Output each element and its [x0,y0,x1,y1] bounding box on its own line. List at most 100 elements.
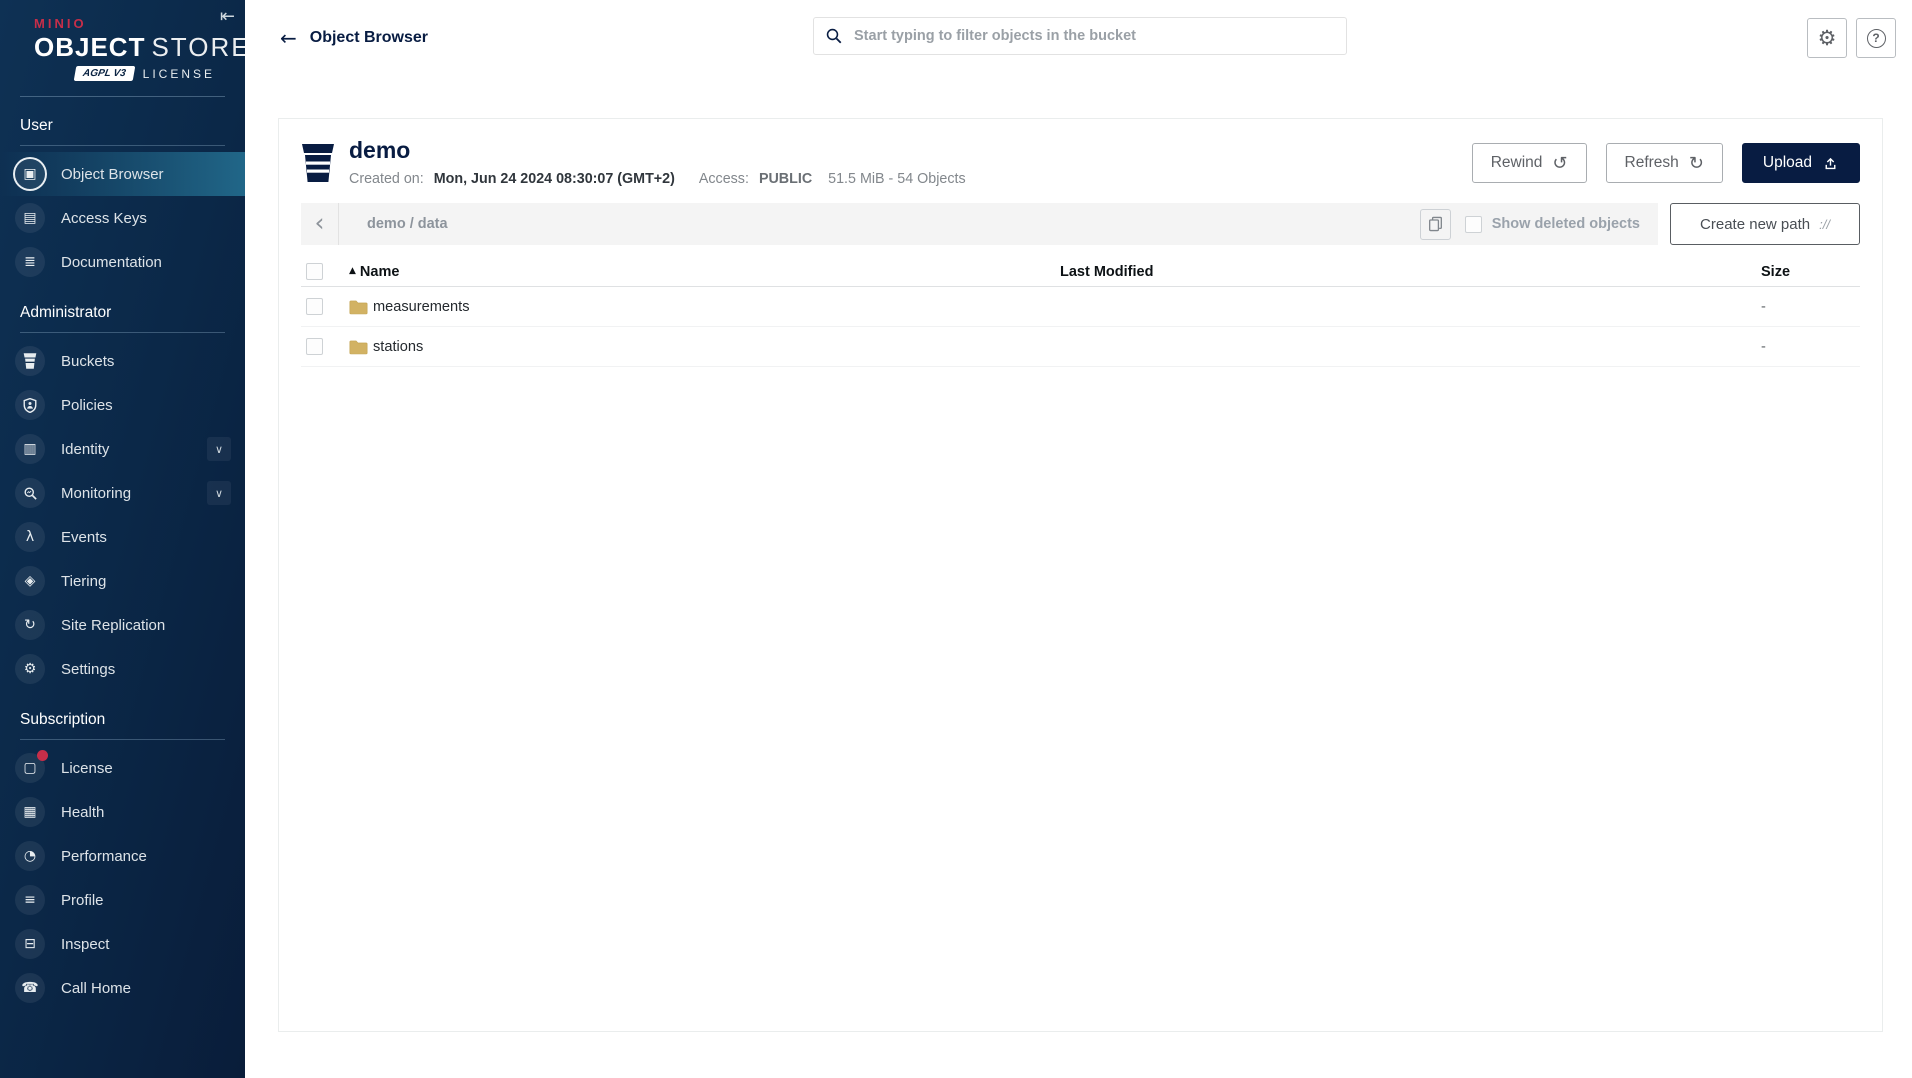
main-area: ← Object Browser ⚙ ? demo [245,0,1912,1032]
copy-path-button[interactable] [1420,209,1451,240]
sidebar-item-profile[interactable]: ≡ Profile [0,878,245,922]
back-chevron-icon[interactable]: ‹ [301,203,339,245]
upload-button[interactable]: Upload [1742,143,1860,183]
rewind-icon: ↺ [1552,153,1567,174]
object-size: - [1761,299,1860,315]
sidebar-item-performance[interactable]: ◔ Performance [0,834,245,878]
column-header-size: Size [1761,264,1860,280]
column-header-last-modified: Last Modified [1060,264,1761,280]
sidebar-item-access-keys[interactable]: ▤ Access Keys [0,196,245,240]
search-input[interactable] [813,17,1347,55]
agpl-badge: AGPL V3 [74,66,135,81]
show-deleted-toggle: Show deleted objects [1465,216,1640,233]
sidebar: ⇤ MINIO OBJECTSTORE AGPL V3 LICENSE User… [0,0,245,1078]
row-checkbox[interactable] [306,298,323,315]
sidebar-item-object-browser[interactable]: ▣ Object Browser [0,152,245,196]
product-name: OBJECTSTORE [34,32,245,63]
lambda-icon: λ [15,522,45,552]
minio-wordmark: MINIO [34,16,245,31]
monitoring-icon [15,478,45,508]
object-browser-icon: ▣ [15,159,45,189]
object-name: measurements [373,299,470,315]
sidebar-item-site-replication[interactable]: ↻ Site Replication [0,603,245,647]
bucket-name: demo [349,139,966,162]
create-new-path-button[interactable]: Create new path :// [1670,203,1860,245]
refresh-button[interactable]: Refresh ↻ [1606,143,1723,183]
show-deleted-label: Show deleted objects [1492,216,1640,232]
replication-icon: ↻ [15,610,45,640]
rewind-button[interactable]: Rewind ↺ [1472,143,1587,183]
search-box [813,17,1347,55]
created-value: Mon, Jun 24 2024 08:30:07 (GMT+2) [434,171,675,187]
column-header-name[interactable]: ▲Name [349,264,1060,280]
bucket-info: demo Created on: Mon, Jun 24 2024 08:30:… [349,139,966,187]
upload-icon [1822,155,1839,172]
table-row[interactable]: stations - [301,327,1860,367]
gear-icon: ⚙ [1818,26,1837,50]
sidebar-item-policies[interactable]: Policies [0,383,245,427]
row-checkbox[interactable] [306,338,323,355]
sidebar-item-inspect[interactable]: ⊟ Inspect [0,922,245,966]
collapse-sidebar-icon[interactable]: ⇤ [220,6,235,27]
breadcrumb[interactable]: demo / data [367,216,1420,232]
settings-button[interactable]: ⚙ [1807,18,1847,58]
license-icon: ▢ [15,753,45,783]
topbar-actions: ⚙ ? [1807,18,1896,58]
bucket-meta: Created on: Mon, Jun 24 2024 08:30:07 (G… [349,171,966,187]
topbar: ← Object Browser ⚙ ? [245,0,1912,75]
sidebar-item-settings[interactable]: ⚙ Settings [0,647,245,691]
logo-divider [20,96,225,97]
page-header: ← Object Browser [280,0,428,75]
created-label: Created on: [349,171,424,187]
objects-table: ▲Name Last Modified Size measurements - … [301,257,1860,367]
sidebar-item-health[interactable]: ▦ Health [0,790,245,834]
access-keys-icon: ▤ [15,203,45,233]
search-icon [825,27,843,45]
show-deleted-checkbox[interactable] [1465,216,1482,233]
page-title: Object Browser [310,29,428,47]
sidebar-item-tiering[interactable]: ◈ Tiering [0,559,245,603]
help-icon: ? [1867,29,1886,48]
table-header-row: ▲Name Last Modified Size [301,257,1860,287]
sidebar-item-buckets[interactable]: Buckets [0,339,245,383]
bucket-summary: 51.5 MiB - 54 Objects [828,171,965,187]
object-name: stations [373,339,423,355]
bucket-card: demo Created on: Mon, Jun 24 2024 08:30:… [278,118,1883,1032]
bucket-header: demo Created on: Mon, Jun 24 2024 08:30:… [301,119,1860,187]
back-arrow-icon[interactable]: ← [280,26,297,50]
inspect-icon: ⊟ [15,929,45,959]
breadcrumb-bar: ‹ demo / data Show deleted objects [301,203,1658,245]
sidebar-item-license[interactable]: ▢ License [0,746,245,790]
identity-card-icon: ▥ [15,434,45,464]
sidebar-item-events[interactable]: λ Events [0,515,245,559]
health-icon: ▦ [15,797,45,827]
layers-icon: ◈ [15,566,45,596]
path-icon: :// [1819,217,1830,232]
sidebar-item-call-home[interactable]: ☎ Call Home [0,966,245,1010]
bucket-actions: Rewind ↺ Refresh ↻ Upload [1472,143,1860,183]
bucket-icon [301,144,335,182]
chevron-down-icon[interactable]: ∨ [207,481,231,505]
refresh-icon: ↻ [1689,153,1704,174]
sidebar-item-documentation[interactable]: ≣ Documentation [0,240,245,284]
select-all-checkbox[interactable] [306,263,323,280]
chevron-down-icon[interactable]: ∨ [207,437,231,461]
sidebar-item-identity[interactable]: ▥ Identity ∨ [0,427,245,471]
notification-dot [37,750,48,761]
access-value: PUBLIC [759,171,812,187]
folder-icon [349,339,368,355]
access-label: Access: [699,171,749,187]
copy-icon [1428,216,1443,232]
sidebar-item-monitoring[interactable]: Monitoring ∨ [0,471,245,515]
sort-asc-icon: ▲ [349,266,356,276]
gauge-icon: ◔ [15,841,45,871]
license-row: AGPL V3 LICENSE [34,66,215,81]
gear-icon: ⚙ [15,654,45,684]
help-button[interactable]: ? [1856,18,1896,58]
documentation-icon: ≣ [15,247,45,277]
shield-user-icon [15,390,45,420]
profile-icon: ≡ [15,885,45,915]
table-row[interactable]: measurements - [301,287,1860,327]
minio-logo: MINIO OBJECTSTORE AGPL V3 LICENSE [0,0,245,81]
section-subscription: Subscription [20,711,225,740]
